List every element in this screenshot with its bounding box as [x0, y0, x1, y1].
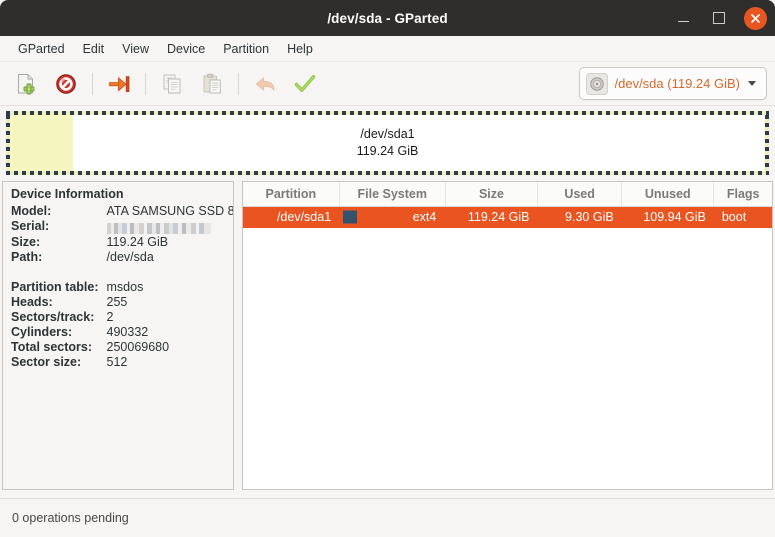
undo-button[interactable] — [245, 67, 285, 101]
disk-partition-strip[interactable]: /dev/sda1 119.24 GiB — [10, 115, 765, 171]
cell-unused: 109.94 GiB — [621, 206, 714, 228]
menubar: GParted Edit View Device Partition Help — [0, 36, 775, 62]
info-value-path: /dev/sda — [106, 249, 154, 264]
copy-icon — [163, 74, 181, 93]
menu-gparted[interactable]: GParted — [9, 40, 74, 58]
info-value-heads: 255 — [106, 294, 128, 309]
info-key-model: Model: — [11, 204, 52, 218]
apply-button[interactable] — [285, 67, 325, 101]
disk-graphic-area: /dev/sda1 119.24 GiB — [0, 106, 775, 181]
toolbar-separator — [92, 72, 93, 95]
apply-checkmark-icon — [294, 74, 316, 92]
device-information-panel: Device Information Model: ATA SAMSUNG SS… — [2, 181, 234, 490]
close-button[interactable] — [744, 6, 767, 30]
delete-partition-button[interactable] — [46, 67, 86, 101]
window-titlebar[interactable]: /dev/sda - GParted — [0, 0, 775, 36]
partition-table-panel: Partition File System Size Used Unused F… — [242, 181, 773, 490]
cell-file-system-label: ext4 — [412, 210, 437, 225]
cell-file-system: ext4 — [339, 206, 446, 228]
column-header-file-system[interactable]: File System — [339, 182, 446, 207]
undo-arrow-icon — [255, 76, 275, 91]
new-document-icon — [18, 73, 35, 94]
column-header-used[interactable]: Used — [537, 182, 623, 207]
info-value-partition-table: msdos — [106, 279, 144, 294]
partition-used-block — [10, 115, 73, 171]
cell-partition: /dev/sda1 — [243, 206, 340, 228]
menu-edit[interactable]: Edit — [74, 40, 114, 58]
partition-table-header-row: Partition File System Size Used Unused F… — [243, 182, 772, 207]
column-header-size[interactable]: Size — [445, 182, 539, 207]
partition-table: Partition File System Size Used Unused F… — [243, 182, 772, 228]
chevron-down-icon — [748, 81, 756, 86]
menu-help[interactable]: Help — [278, 40, 322, 58]
device-selector[interactable]: /dev/sda (119.24 GiB) — [578, 67, 767, 100]
cell-flags: boot — [713, 206, 772, 228]
copy-button[interactable] — [152, 67, 192, 101]
disk-icon — [585, 72, 608, 95]
info-key-heads: Heads: — [11, 294, 53, 309]
close-icon — [751, 13, 760, 23]
cell-used: 9.30 GiB — [537, 206, 622, 228]
new-partition-button[interactable] — [6, 67, 46, 101]
info-key-sector-size: Sector size: — [11, 354, 82, 369]
maximize-button[interactable] — [708, 7, 730, 29]
info-key-path: Path: — [11, 249, 43, 264]
info-key-cylinders: Cylinders: — [11, 324, 73, 339]
minimize-button[interactable] — [672, 7, 694, 29]
menu-device[interactable]: Device — [158, 40, 214, 58]
info-value-cylinders: 490332 — [106, 324, 149, 339]
info-value-total-sectors: 250069680 — [106, 339, 170, 354]
window-controls — [672, 0, 767, 36]
menu-partition[interactable]: Partition — [214, 40, 278, 58]
info-key-sectors-per-track: Sectors/track: — [11, 309, 95, 324]
column-header-flags[interactable]: Flags — [713, 182, 772, 207]
menu-view[interactable]: View — [113, 40, 158, 58]
paste-button[interactable] — [192, 67, 232, 101]
info-value-sectors-per-track: 2 — [106, 309, 114, 324]
info-key-partition-table: Partition table: — [11, 279, 99, 294]
info-key-size: Size: — [11, 234, 41, 249]
statusbar-text: 0 operations pending — [12, 511, 129, 525]
info-value-size: 119.24 GiB — [106, 234, 169, 249]
window-title: /dev/sda - GParted — [327, 10, 448, 26]
disk-selection-frame[interactable]: /dev/sda1 119.24 GiB — [6, 111, 769, 175]
info-value-model: ATA SAMSUNG SSD 830 — [106, 204, 234, 218]
column-header-partition[interactable]: Partition — [243, 182, 340, 207]
filesystem-color-swatch — [343, 210, 358, 224]
info-value-serial — [106, 219, 233, 234]
delete-prohibition-icon — [56, 73, 76, 94]
cell-size: 119.24 GiB — [445, 206, 538, 228]
panel-splitter[interactable] — [234, 181, 242, 498]
column-header-unused[interactable]: Unused — [621, 182, 715, 207]
device-selector-label: /dev/sda (119.24 GiB) — [614, 76, 741, 91]
toolbar: /dev/sda (119.24 GiB) — [0, 62, 775, 106]
info-value-sector-size: 512 — [106, 354, 128, 369]
paste-icon — [203, 73, 221, 93]
info-key-total-sectors: Total sectors: — [11, 339, 93, 354]
disk-partition-labels: /dev/sda1 119.24 GiB — [10, 126, 765, 160]
main-content: Device Information Model: ATA SAMSUNG SS… — [0, 181, 775, 498]
redacted-serial — [106, 222, 211, 234]
resize-move-button[interactable] — [99, 67, 139, 101]
disk-partition-size: 119.24 GiB — [356, 144, 419, 158]
toolbar-separator — [145, 72, 146, 95]
info-key-serial: Serial: — [11, 219, 50, 233]
resize-move-arrow-icon — [109, 75, 130, 92]
table-row[interactable]: /dev/sda1 ext4 119.24 GiB 9.30 GiB 109.9… — [243, 206, 772, 228]
gparted-window: /dev/sda - GParted GParted Edit View Dev… — [0, 0, 775, 537]
device-information-fields: Model: ATA SAMSUNG SSD 830 Serial: Size:… — [11, 204, 233, 369]
statusbar: 0 operations pending — [0, 498, 775, 537]
device-information-title: Device Information — [11, 187, 124, 201]
toolbar-separator — [238, 72, 239, 95]
disk-partition-name: /dev/sda1 — [360, 127, 415, 142]
